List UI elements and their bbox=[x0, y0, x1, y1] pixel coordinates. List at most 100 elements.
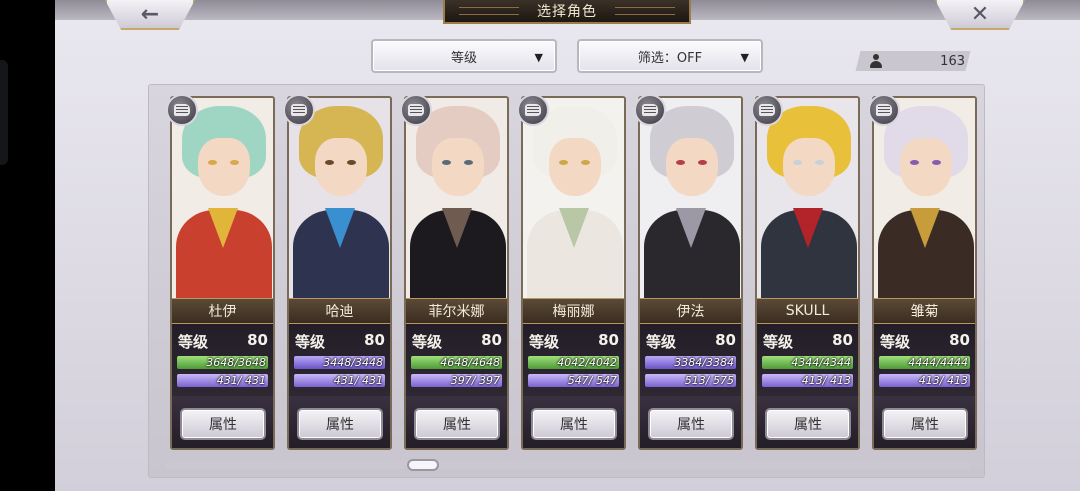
portrait-eye bbox=[559, 160, 568, 165]
character-card[interactable]: 菲尔米娜 等级 80 4648/4648 397/ 397 属性 bbox=[404, 96, 509, 450]
sort-dropdown-label: 等级 bbox=[450, 50, 477, 66]
character-portrait bbox=[874, 98, 975, 298]
horizontal-scrollbar[interactable] bbox=[165, 461, 970, 469]
portrait-eye bbox=[910, 160, 919, 165]
portrait-eye bbox=[698, 160, 707, 165]
level-label: 等级 bbox=[178, 333, 209, 351]
character-count: 163 bbox=[870, 51, 965, 71]
character-name: SKULL bbox=[757, 298, 858, 324]
character-portrait bbox=[172, 98, 273, 298]
level-row: 等级 80 bbox=[763, 331, 853, 352]
character-stats: 等级 80 4042/4042 547/ 547 bbox=[523, 326, 624, 396]
level-label: 等级 bbox=[295, 333, 326, 351]
level-row: 等级 80 bbox=[646, 331, 736, 352]
portrait-eye bbox=[208, 160, 217, 165]
mp-bar: 431/ 431 bbox=[294, 374, 385, 387]
character-name: 雏菊 bbox=[874, 298, 975, 324]
fist-icon bbox=[291, 104, 307, 116]
character-stats: 等级 80 3648/3648 431/ 431 bbox=[172, 326, 273, 396]
chevron-down-icon: ▼ bbox=[534, 51, 543, 64]
character-stats: 等级 80 4648/4648 397/ 397 bbox=[406, 326, 507, 396]
character-portrait bbox=[289, 98, 390, 298]
attributes-button[interactable]: 属性 bbox=[531, 408, 617, 440]
character-name: 杜伊 bbox=[172, 298, 273, 324]
hp-bar: 4344/4344 bbox=[762, 356, 853, 369]
filter-dropdown[interactable]: 筛选：OFF ▼ bbox=[577, 39, 763, 73]
hp-bar: 4042/4042 bbox=[528, 356, 619, 369]
device-notch bbox=[0, 60, 8, 165]
title-ornament-left bbox=[459, 7, 519, 15]
level-label: 等级 bbox=[880, 333, 911, 351]
character-portrait bbox=[523, 98, 624, 298]
character-portrait bbox=[640, 98, 741, 298]
portrait-eye bbox=[325, 160, 334, 165]
character-portrait bbox=[406, 98, 507, 298]
level-value: 80 bbox=[598, 331, 619, 349]
level-row: 等级 80 bbox=[880, 331, 970, 352]
close-button[interactable]: ✕ bbox=[935, 0, 1025, 30]
portrait-face bbox=[783, 138, 835, 196]
back-button[interactable]: ← bbox=[105, 0, 195, 30]
character-card[interactable]: 杜伊 等级 80 3648/3648 431/ 431 属性 bbox=[170, 96, 275, 450]
character-card[interactable]: SKULL 等级 80 4344/4344 413/ 413 属性 bbox=[755, 96, 860, 450]
portrait-eye bbox=[932, 160, 941, 165]
character-count-value: 163 bbox=[940, 53, 965, 69]
hp-bar: 3448/3448 bbox=[294, 356, 385, 369]
attributes-button[interactable]: 属性 bbox=[765, 408, 851, 440]
fist-icon bbox=[642, 104, 658, 116]
scrollbar-thumb[interactable] bbox=[407, 459, 439, 471]
chevron-down-icon: ▼ bbox=[740, 51, 749, 64]
attributes-button[interactable]: 属性 bbox=[414, 408, 500, 440]
character-card[interactable]: 雏菊 等级 80 4444/4444 413/ 413 属性 bbox=[872, 96, 977, 450]
fist-class-icon bbox=[166, 94, 198, 126]
level-value: 80 bbox=[247, 331, 268, 349]
portrait-eye bbox=[230, 160, 239, 165]
level-value: 80 bbox=[949, 331, 970, 349]
hp-bar: 3648/3648 bbox=[177, 356, 268, 369]
fist-class-icon bbox=[751, 94, 783, 126]
close-icon: ✕ bbox=[970, 1, 990, 27]
portrait-face bbox=[549, 138, 601, 196]
sort-dropdown[interactable]: 等级 ▼ bbox=[371, 39, 557, 73]
level-value: 80 bbox=[715, 331, 736, 349]
portrait-eye bbox=[676, 160, 685, 165]
page-title: 选择角色 bbox=[537, 4, 597, 20]
level-row: 等级 80 bbox=[178, 331, 268, 352]
hp-bar: 4648/4648 bbox=[411, 356, 502, 369]
portrait-face bbox=[198, 138, 250, 196]
character-card[interactable]: 伊法 等级 80 3384/3384 513/ 575 属性 bbox=[638, 96, 743, 450]
character-stats: 等级 80 3448/3448 431/ 431 bbox=[289, 326, 390, 396]
title-ornament-right bbox=[615, 7, 675, 15]
character-card[interactable]: 梅丽娜 等级 80 4042/4042 547/ 547 属性 bbox=[521, 96, 626, 450]
game-screen: ← 选择角色 ✕ 等级 ▼ 筛选：OFF ▼ 163 杜伊 等级 80 3648… bbox=[55, 0, 1080, 491]
hp-bar: 3384/3384 bbox=[645, 356, 736, 369]
attributes-button[interactable]: 属性 bbox=[180, 408, 266, 440]
level-label: 等级 bbox=[646, 333, 677, 351]
character-card[interactable]: 哈迪 等级 80 3448/3448 431/ 431 属性 bbox=[287, 96, 392, 450]
portrait-face bbox=[432, 138, 484, 196]
portrait-eye bbox=[581, 160, 590, 165]
attributes-button[interactable]: 属性 bbox=[882, 408, 968, 440]
attributes-button[interactable]: 属性 bbox=[648, 408, 734, 440]
character-name: 梅丽娜 bbox=[523, 298, 624, 324]
character-stats: 等级 80 4344/4344 413/ 413 bbox=[757, 326, 858, 396]
fist-icon bbox=[876, 104, 892, 116]
back-arrow-icon: ← bbox=[140, 1, 160, 27]
level-row: 等级 80 bbox=[412, 331, 502, 352]
character-name: 哈迪 bbox=[289, 298, 390, 324]
mp-bar: 513/ 575 bbox=[645, 374, 736, 387]
portrait-eye bbox=[815, 160, 824, 165]
character-stats: 等级 80 4444/4444 413/ 413 bbox=[874, 326, 975, 396]
portrait-eye bbox=[442, 160, 451, 165]
portrait-face bbox=[315, 138, 367, 196]
fist-icon bbox=[525, 104, 541, 116]
mp-bar: 413/ 413 bbox=[762, 374, 853, 387]
fist-icon bbox=[408, 104, 424, 116]
attributes-button[interactable]: 属性 bbox=[297, 408, 383, 440]
portrait-face bbox=[666, 138, 718, 196]
filter-dropdown-label: 筛选：OFF bbox=[637, 50, 703, 66]
device-bezel bbox=[0, 0, 55, 491]
level-value: 80 bbox=[481, 331, 502, 349]
fist-icon bbox=[174, 104, 190, 116]
person-icon bbox=[870, 54, 882, 68]
